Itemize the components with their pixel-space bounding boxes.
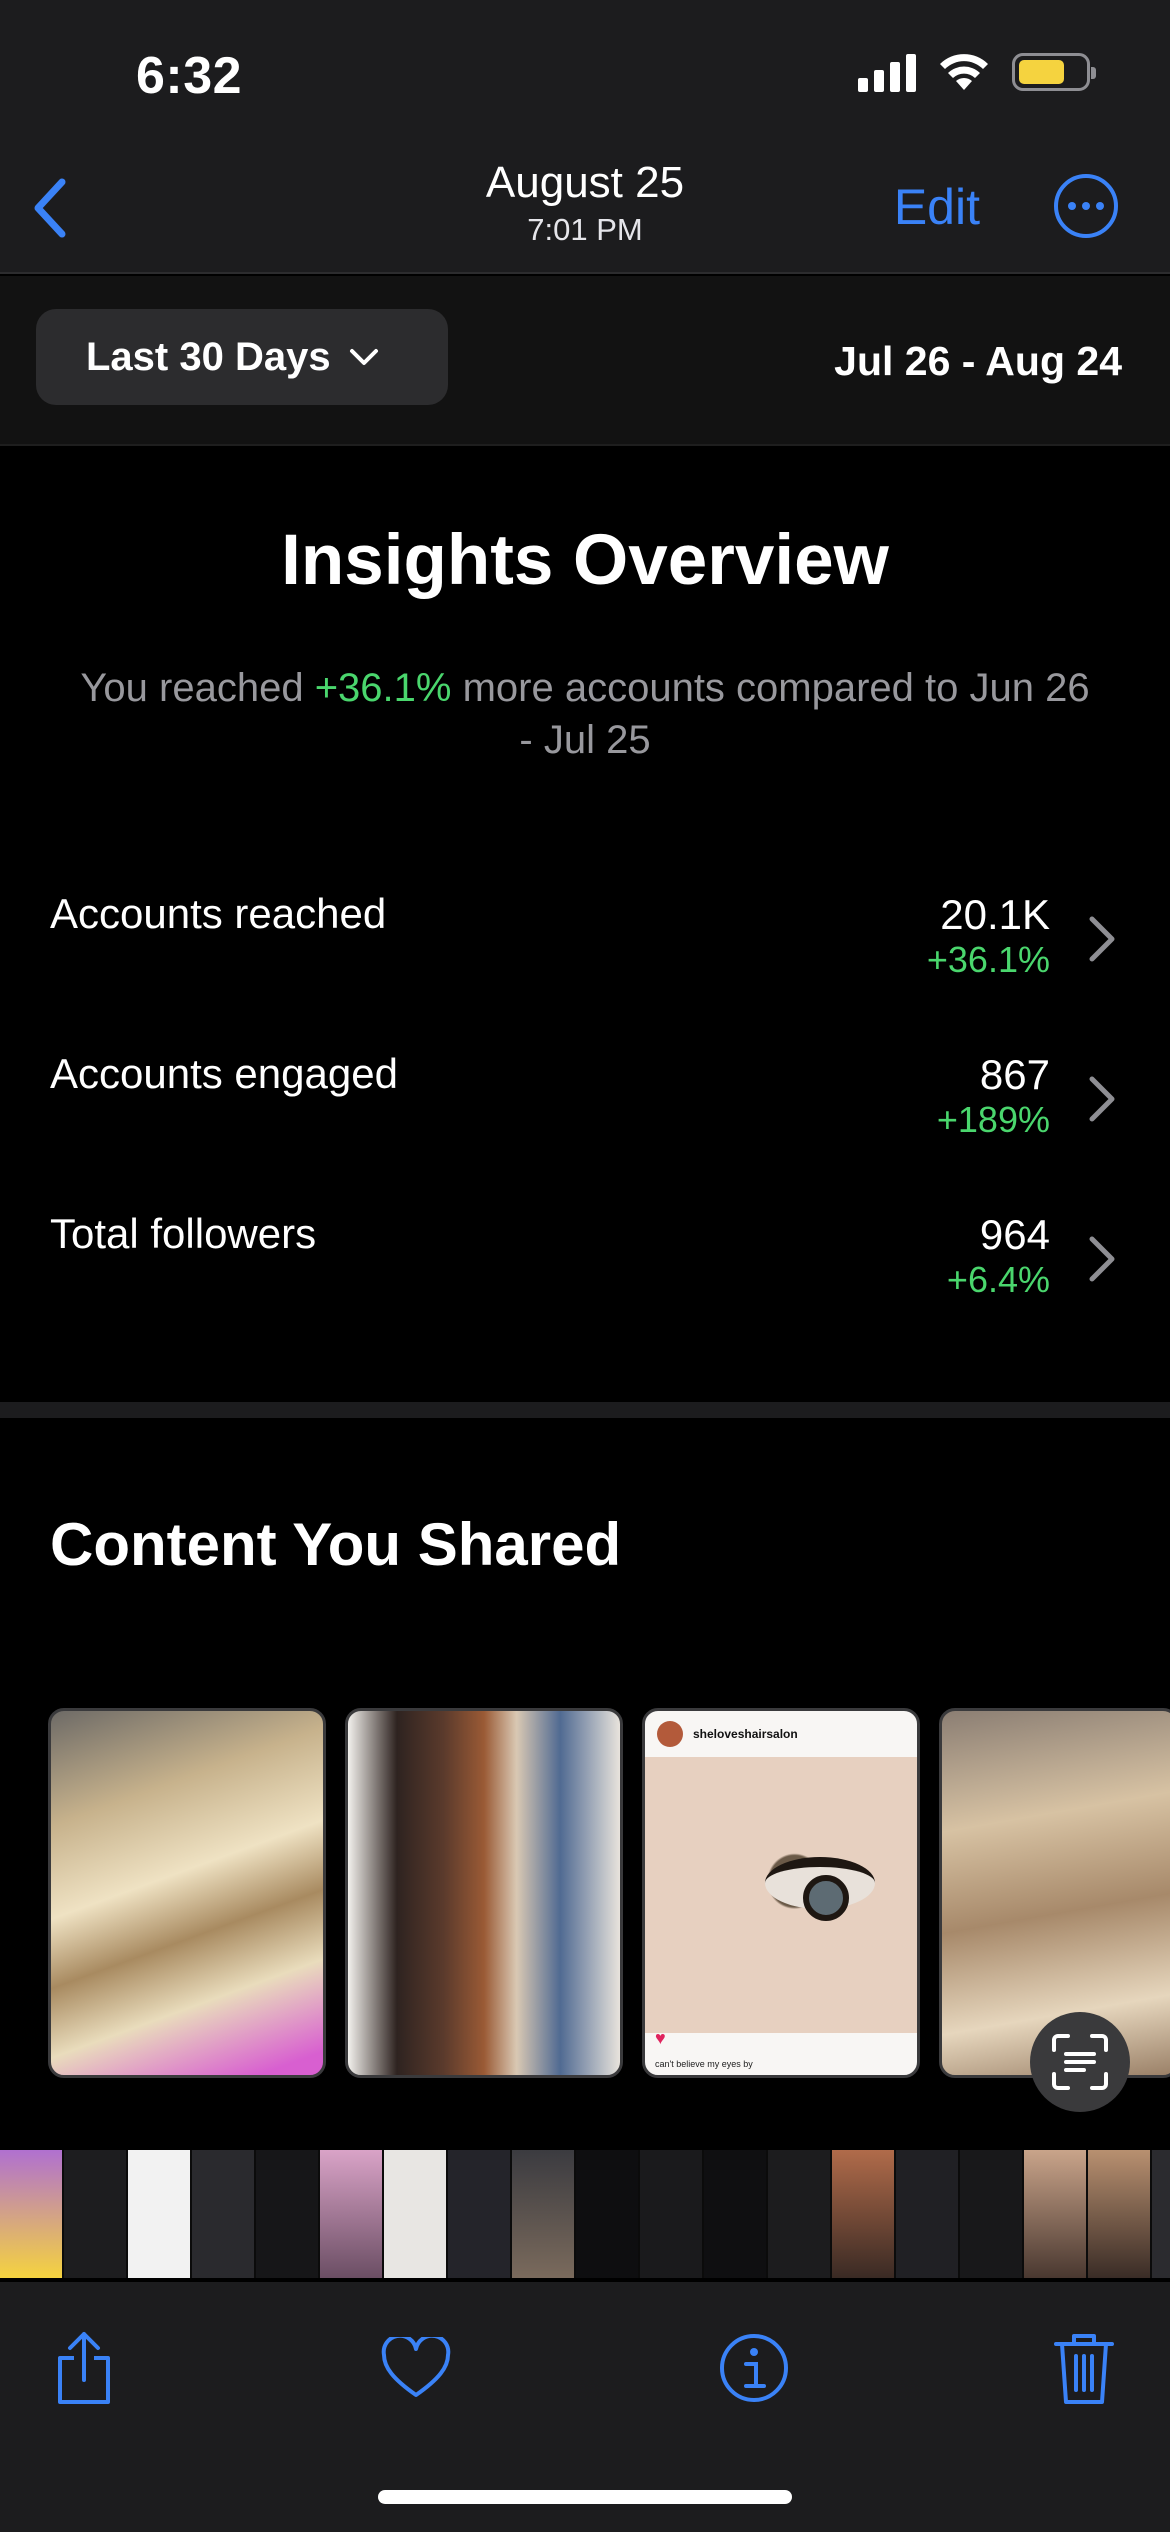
date-range-dropdown[interactable]: Last 30 Days xyxy=(36,309,448,405)
metric-change: +189% xyxy=(936,1099,1050,1140)
metric-row-accounts-reached[interactable]: Accounts reached 20.1K +36.1% xyxy=(0,876,1170,986)
chevron-right-icon xyxy=(1089,1236,1115,1282)
metric-value: 20.1K xyxy=(940,891,1050,938)
favorite-button[interactable] xyxy=(376,2328,456,2408)
metric-label: Total followers xyxy=(50,1210,317,1257)
heart-icon xyxy=(381,2337,451,2397)
filmstrip-thumbnail[interactable] xyxy=(64,2150,126,2278)
post-header: sheloveshairsalon xyxy=(645,1711,917,1757)
filmstrip-thumbnail[interactable] xyxy=(512,2150,574,2278)
battery-level xyxy=(1019,60,1064,84)
delete-button[interactable] xyxy=(1044,2328,1124,2408)
filmstrip-thumbnail[interactable] xyxy=(896,2150,958,2278)
metric-value: 964 xyxy=(979,1211,1050,1258)
photo-filmstrip[interactable] xyxy=(0,2150,1170,2278)
trash-icon xyxy=(1054,2334,1114,2404)
chevron-right-icon xyxy=(1089,1076,1115,1122)
section-title: Content You Shared xyxy=(50,1511,622,1578)
avatar xyxy=(657,1721,683,1747)
wifi-icon xyxy=(940,54,988,90)
overview-summary: You reached +36.1% more accounts compare… xyxy=(80,662,1090,766)
filmstrip-thumbnail[interactable] xyxy=(832,2150,894,2278)
live-text-icon xyxy=(1052,2034,1108,2090)
live-text-button[interactable] xyxy=(1030,2012,1130,2112)
filmstrip-thumbnail[interactable] xyxy=(448,2150,510,2278)
chevron-right-icon xyxy=(1089,916,1115,962)
date-range-label: Last 30 Days xyxy=(86,334,331,379)
filter-bar: Last 30 Days Jul 26 - Aug 24 xyxy=(0,276,1170,446)
filmstrip-thumbnail[interactable] xyxy=(576,2150,638,2278)
section-divider xyxy=(0,1402,1170,1418)
metric-value-block: 964 +6.4% xyxy=(947,1210,1050,1300)
filmstrip-thumbnail[interactable] xyxy=(1152,2150,1170,2278)
filmstrip-thumbnail[interactable] xyxy=(256,2150,318,2278)
summary-prefix: You reached xyxy=(80,666,315,710)
status-time: 6:32 xyxy=(136,47,243,105)
date-range-text: Jul 26 - Aug 24 xyxy=(834,338,1122,384)
metric-label: Accounts reached xyxy=(50,890,387,937)
filmstrip-thumbnail[interactable] xyxy=(1024,2150,1086,2278)
post-image xyxy=(645,1757,917,2033)
metric-value-block: 867 +189% xyxy=(937,1050,1050,1140)
filmstrip-thumbnail[interactable] xyxy=(704,2150,766,2278)
filmstrip-thumbnail[interactable] xyxy=(0,2150,62,2278)
metric-value: 867 xyxy=(979,1051,1050,1098)
nav-bar: August 25 7:01 PM Edit xyxy=(0,150,1170,274)
dot xyxy=(1096,202,1104,210)
edit-button[interactable]: Edit xyxy=(894,178,980,236)
metric-change: +6.4% xyxy=(946,1259,1050,1300)
more-options-button[interactable] xyxy=(1054,174,1118,238)
post-caption: can't believe my eyes by xyxy=(655,2059,753,2069)
dot xyxy=(1082,202,1090,210)
post-username: sheloveshairsalon xyxy=(693,1727,798,1741)
filmstrip-thumbnail[interactable] xyxy=(384,2150,446,2278)
filmstrip-thumbnail[interactable] xyxy=(1088,2150,1150,2278)
filmstrip-thumbnail[interactable] xyxy=(768,2150,830,2278)
filmstrip-thumbnail[interactable] xyxy=(128,2150,190,2278)
metric-row-total-followers[interactable]: Total followers 964 +6.4% xyxy=(0,1196,1170,1306)
metric-change: +36.1% xyxy=(926,939,1050,980)
cellular-signal-icon xyxy=(858,52,916,92)
home-indicator[interactable] xyxy=(378,2490,792,2504)
summary-suffix: more accounts compared to Jun 26 - Jul 2… xyxy=(451,666,1090,762)
info-button[interactable] xyxy=(714,2328,794,2408)
shared-post-thumbnail[interactable] xyxy=(48,1708,326,2078)
status-bar: 6:32 xyxy=(0,0,1170,150)
status-icons xyxy=(858,52,1096,92)
filmstrip-thumbnail[interactable] xyxy=(960,2150,1022,2278)
summary-change: +36.1% xyxy=(314,666,452,710)
metric-value-block: 20.1K +36.1% xyxy=(927,890,1050,980)
nav-title: August 25 7:01 PM xyxy=(0,158,1170,248)
shared-post-thumbnail[interactable] xyxy=(345,1708,623,2078)
dot xyxy=(1068,202,1076,210)
filmstrip-thumbnail[interactable] xyxy=(192,2150,254,2278)
eye-image xyxy=(765,1857,875,1921)
filmstrip-thumbnail[interactable] xyxy=(320,2150,382,2278)
chevron-down-icon xyxy=(349,349,378,365)
page-title: Insights Overview xyxy=(281,521,889,600)
battery-icon xyxy=(1012,53,1096,91)
metric-row-accounts-engaged[interactable]: Accounts engaged 867 +189% xyxy=(0,1036,1170,1146)
photo-date: August 25 xyxy=(485,158,685,207)
metric-label: Accounts engaged xyxy=(50,1050,398,1097)
photo-time: 7:01 PM xyxy=(527,212,643,247)
info-icon xyxy=(720,2334,788,2402)
filmstrip-thumbnail[interactable] xyxy=(640,2150,702,2278)
share-button[interactable] xyxy=(44,2328,124,2408)
shared-post-thumbnail[interactable]: sheloveshairsalon ♥ can't believe my eye… xyxy=(642,1708,920,2078)
share-icon xyxy=(58,2332,110,2404)
